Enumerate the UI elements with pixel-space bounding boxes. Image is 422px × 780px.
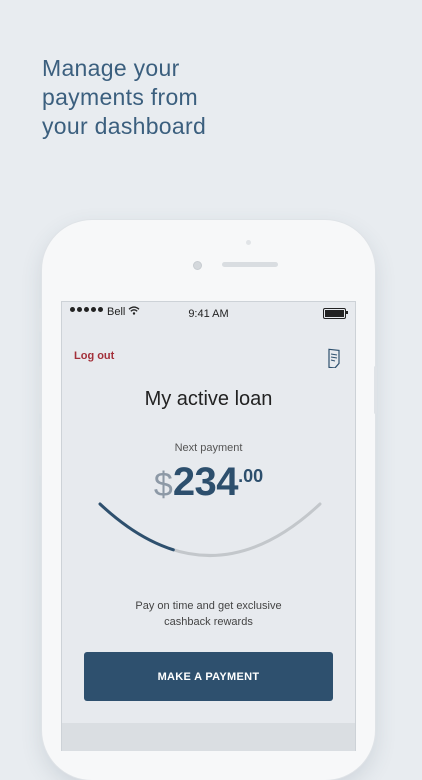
volume-up-button [39,366,42,414]
battery-icon [323,308,348,319]
status-bar: Bell 9:41 AM [62,302,355,324]
loan-progress-gauge [98,502,322,557]
bottom-panel [62,723,355,751]
status-time: 9:41 AM [188,308,229,320]
headline-line-2: payments from [42,84,199,110]
earpiece-speaker [222,262,278,267]
rewards-line-2: cashback rewards [164,616,253,628]
make-payment-button[interactable]: MAKE A PAYMENT [84,652,333,701]
mute-switch [39,308,42,332]
volume-down-button [39,428,42,476]
rewards-message: Pay on time and get exclusive cashback r… [62,598,355,630]
phone-screen: Bell 9:41 AM Log out My active loan Next… [61,301,356,751]
marketing-headline: Manage your payments from your dashboard [42,54,206,141]
front-camera [193,261,202,270]
power-button [374,366,377,414]
headline-line-3: your dashboard [42,113,207,139]
headline-line-1: Manage your [42,55,180,81]
document-icon[interactable] [326,348,342,368]
rewards-line-1: Pay on time and get exclusive [135,600,282,612]
next-payment-label: Next payment [174,442,243,454]
loan-title: My active loan [144,388,273,410]
logout-link[interactable]: Log out [74,350,114,362]
amount-cents: .00 [238,466,264,486]
proximity-sensor [246,240,251,245]
